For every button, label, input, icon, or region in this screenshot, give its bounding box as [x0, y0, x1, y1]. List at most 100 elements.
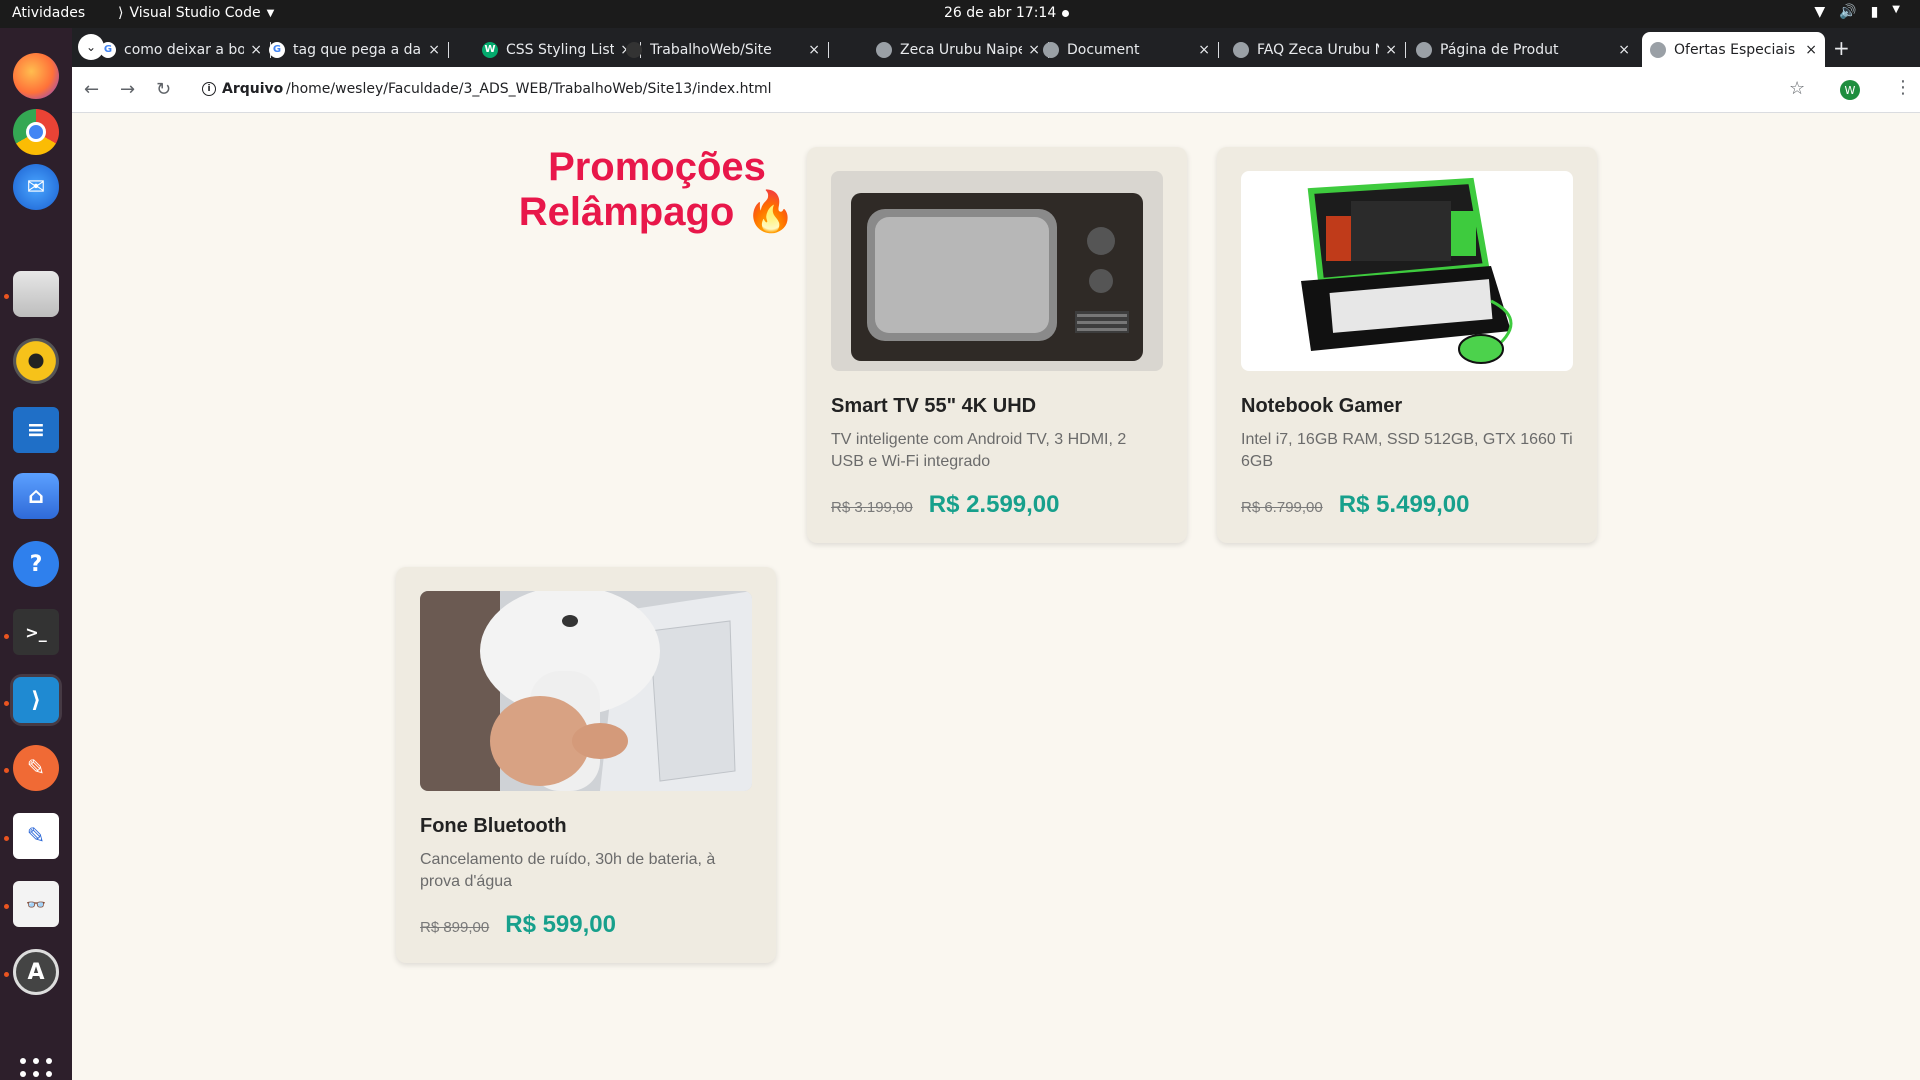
tab-separator: [1218, 42, 1219, 58]
product-image: [1241, 171, 1573, 371]
product-name: Notebook Gamer: [1241, 395, 1403, 417]
tab-close-icon[interactable]: ×: [1805, 42, 1817, 58]
text-editor-icon: ✎: [13, 813, 59, 859]
updater-icon: A: [13, 949, 59, 995]
back-arrow-icon[interactable]: ←: [84, 79, 99, 100]
browser-tab[interactable]: Gcomo deixar a bor ×: [92, 32, 271, 67]
firefox-launcher[interactable]: [10, 50, 62, 102]
browser-tabstrip: ⌄ Gcomo deixar a bor × Gtag que pega a da ×…: [72, 28, 1920, 67]
vscode-launcher[interactable]: ⟩: [10, 674, 62, 726]
github-icon: [626, 41, 642, 58]
reader-launcher[interactable]: 👓: [10, 878, 62, 930]
app-menu[interactable]: ⟩ Visual Studio Code ▼: [118, 5, 274, 21]
writer-launcher[interactable]: ≡: [10, 404, 62, 456]
browser-menu-icon[interactable]: ⋮: [1894, 77, 1912, 98]
browser-tab[interactable]: Página de Produt ×: [1408, 32, 1638, 67]
browser-tab[interactable]: Gtag que pega a da ×: [261, 32, 449, 67]
rhythmbox-launcher[interactable]: [10, 335, 62, 387]
tab-title: TrabalhoWeb/Site: [650, 41, 772, 58]
globe-icon: [1043, 41, 1059, 58]
running-indicator: [4, 836, 9, 841]
help-launcher[interactable]: ?: [10, 538, 62, 590]
help-icon: ?: [13, 541, 59, 587]
product-name: Smart TV 55" 4K UHD: [831, 395, 1037, 417]
tab-separator: [828, 42, 829, 58]
product-name: Fone Bluetooth: [420, 815, 567, 837]
profile-avatar[interactable]: W: [1840, 80, 1860, 100]
system-top-bar: Atividades ⟩ Visual Studio Code ▼ 26 de …: [0, 0, 1920, 28]
globe-icon: [876, 41, 892, 58]
draw-launcher[interactable]: ✎: [10, 742, 62, 794]
bookmark-star-icon[interactable]: ☆: [1789, 78, 1805, 99]
files-launcher[interactable]: [10, 268, 62, 320]
browser-toolbar: ← → ↻ i Arquivo /home/wesley/Faculdade/3…: [72, 67, 1920, 113]
running-indicator: [4, 294, 9, 299]
page-viewport: Promoções Relâmpago 🔥 Smart TV 55" 4K UH…: [72, 113, 1920, 1080]
browser-tab[interactable]: Ofertas Especiais ×: [1642, 32, 1825, 67]
browser-tab[interactable]: FAQ Zeca Urubu N ×: [1225, 32, 1406, 67]
terminal-launcher[interactable]: >_: [10, 606, 62, 658]
reload-icon[interactable]: ↻: [156, 79, 171, 100]
tab-title: Zeca Urubu Naipe: [900, 41, 1023, 58]
reader-icon: 👓: [13, 881, 59, 927]
old-price: R$ 3.199,00: [831, 499, 913, 516]
old-price: R$ 899,00: [420, 919, 490, 936]
dock: ✉ ≡ ⌂ ? >_ ⟩ ✎ ✎ 👓 A: [0, 28, 72, 1080]
vscode-icon: ⟩: [13, 677, 59, 723]
chrome-launcher[interactable]: [10, 106, 62, 158]
notification-dot-icon: [1062, 10, 1069, 17]
battery-icon: ▮: [1870, 4, 1879, 20]
new-tab-plus-icon[interactable]: +: [1833, 36, 1850, 60]
running-indicator: [4, 768, 9, 773]
firefox-icon: [13, 53, 59, 99]
updater-launcher[interactable]: A: [10, 946, 62, 998]
tab-separator: [1405, 42, 1406, 58]
software-launcher[interactable]: ⌂: [10, 470, 62, 522]
browser-tab[interactable]: TrabalhoWeb/Site ×: [618, 32, 829, 67]
info-icon: i: [202, 82, 216, 96]
product-prices: R$ 3.199,00 R$ 2.599,00: [831, 491, 1163, 519]
product-image: [831, 171, 1163, 371]
system-tray[interactable]: ▼ 🔊 ▮ ▼: [1814, 4, 1900, 20]
browser-tab[interactable]: Zeca Urubu Naipe ×: [868, 32, 1049, 67]
tab-close-icon[interactable]: ×: [808, 42, 820, 58]
wifi-icon: ▼: [1814, 4, 1826, 20]
draw-icon: ✎: [13, 745, 59, 791]
tab-close-icon[interactable]: ×: [1198, 42, 1210, 58]
browser-tab[interactable]: Document ×: [1035, 32, 1219, 67]
running-indicator: [4, 701, 9, 706]
toy-laptop-image: [1241, 171, 1573, 371]
chevron-down-icon: ▼: [1892, 4, 1900, 15]
browser-tab[interactable]: WCSS Styling Lists×: [474, 32, 641, 67]
url-text[interactable]: /home/wesley/Faculdade/3_ADS_WEB/Trabalh…: [286, 81, 772, 97]
globe-icon: [1650, 41, 1666, 58]
software-icon: ⌂: [13, 473, 59, 519]
thunderbird-launcher[interactable]: ✉: [10, 161, 62, 213]
chevron-down-icon: ▼: [266, 7, 275, 19]
text-editor-launcher[interactable]: ✎: [10, 810, 62, 862]
app-menu-label: Visual Studio Code: [129, 5, 261, 21]
address-bar[interactable]: i Arquivo /home/wesley/Faculdade/3_ADS_W…: [194, 74, 1894, 106]
writer-icon: ≡: [13, 407, 59, 453]
tab-close-icon[interactable]: ×: [1385, 42, 1397, 58]
activities-button[interactable]: Atividades: [12, 5, 85, 21]
product-prices: R$ 899,00 R$ 599,00: [420, 911, 752, 939]
tab-separator: [448, 42, 449, 58]
w3schools-icon: W: [482, 41, 498, 58]
tab-title: Ofertas Especiais: [1674, 41, 1796, 58]
tab-close-icon[interactable]: ×: [428, 42, 440, 58]
product-card-headphones[interactable]: Fone Bluetooth Cancelamento de ruído, 30…: [396, 567, 776, 963]
product-description: TV inteligente com Android TV, 3 HDMI, 2…: [831, 431, 1127, 470]
running-indicator: [4, 972, 9, 977]
clock[interactable]: 26 de abr 17:14: [944, 5, 1056, 21]
product-card-tv[interactable]: Smart TV 55" 4K UHD TV inteligente com A…: [807, 147, 1187, 543]
google-icon: G: [100, 41, 116, 58]
product-card-notebook[interactable]: Notebook Gamer Intel i7, 16GB RAM, SSD 5…: [1217, 147, 1597, 543]
forward-arrow-icon[interactable]: →: [120, 79, 135, 100]
tab-close-icon[interactable]: ×: [1618, 42, 1630, 58]
chrome-icon: [13, 109, 59, 155]
tab-title: Página de Produt: [1440, 41, 1559, 58]
site-info-button[interactable]: i Arquivo: [202, 81, 283, 97]
files-icon: [13, 271, 59, 317]
show-apps-grid-icon[interactable]: [20, 1058, 52, 1080]
